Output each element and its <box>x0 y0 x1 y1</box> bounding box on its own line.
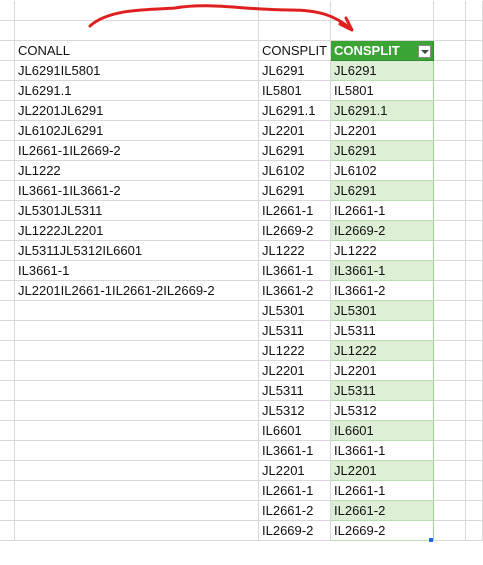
spreadsheet-grid: CONALL CONSPLIT CONSPLIT JL6291IL5801 JL6291… <box>0 0 483 565</box>
curved-arrow-icon <box>88 4 354 32</box>
annotation-arrow-curve <box>88 4 352 30</box>
